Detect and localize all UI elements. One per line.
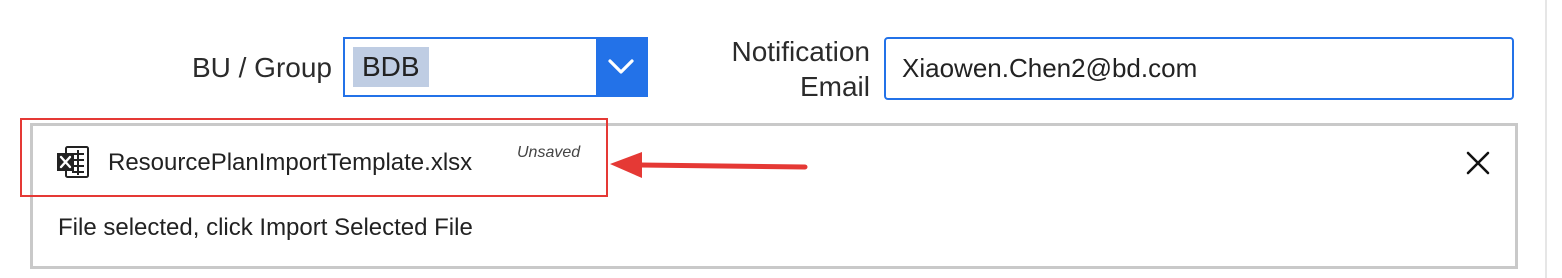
- bu-group-dropdown[interactable]: BDB: [343, 37, 648, 97]
- right-edge-rule: [1545, 0, 1547, 278]
- notification-email-input[interactable]: [884, 37, 1514, 100]
- close-icon: [1466, 151, 1490, 175]
- notification-email-label-line2: Email: [799, 71, 870, 102]
- bu-group-label: BU / Group: [191, 52, 332, 83]
- annotation-arrow-icon: [610, 152, 808, 178]
- file-status-message: File selected, click Import Selected Fil…: [58, 214, 473, 241]
- selected-file-name: ResourcePlanImportTemplate.xlsx: [108, 149, 473, 176]
- remove-file-button[interactable]: [1460, 145, 1496, 181]
- excel-file-icon: [57, 146, 89, 178]
- notification-email-label: Notification Email: [700, 34, 870, 104]
- chevron-down-icon: [608, 59, 634, 74]
- bu-group-selected-value: BDB: [353, 47, 429, 87]
- unsaved-status-tag: Unsaved: [517, 144, 581, 161]
- notification-email-label-line1: Notification: [731, 36, 870, 67]
- dropdown-toggle-button[interactable]: [596, 39, 646, 95]
